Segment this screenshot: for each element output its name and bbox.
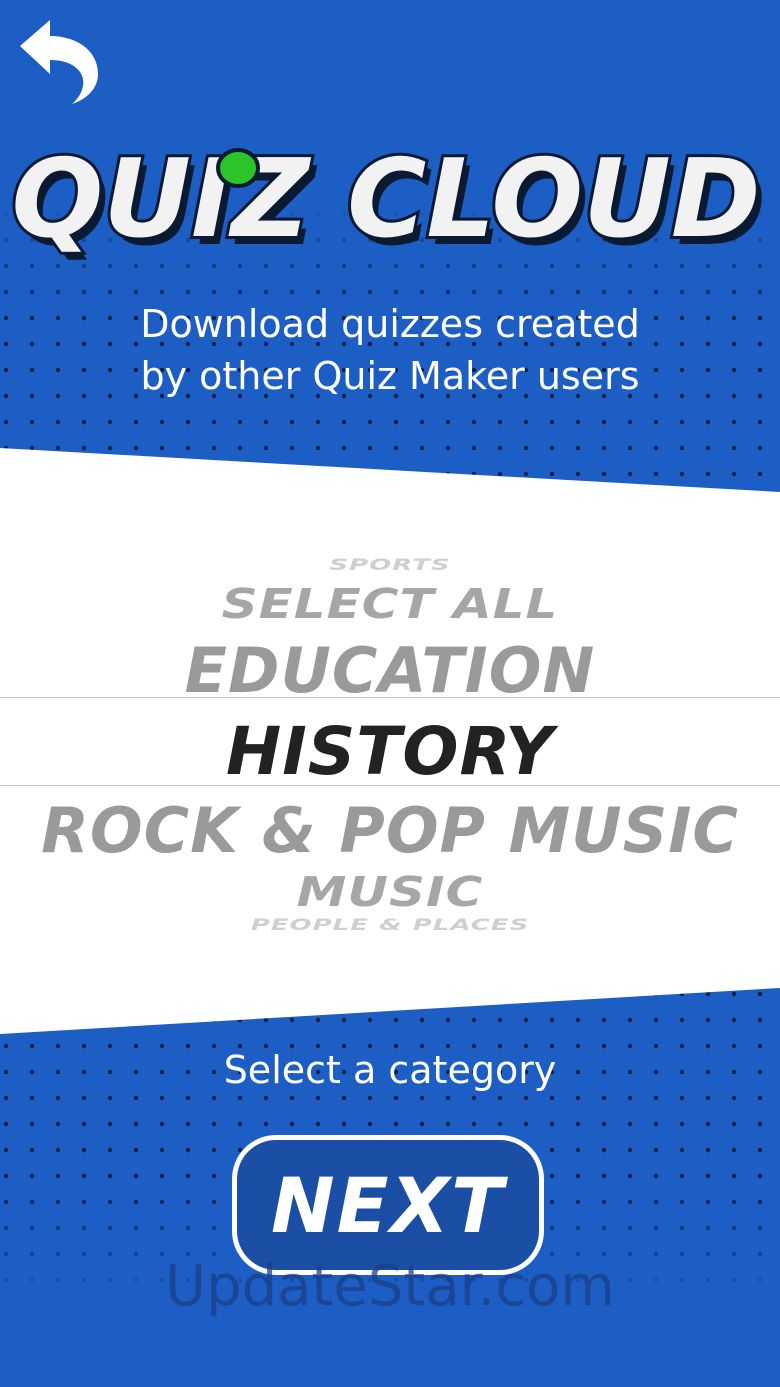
picker-selection-top-line bbox=[0, 697, 780, 698]
picker-item-history-selected[interactable]: HISTORY bbox=[0, 714, 780, 790]
picker-item-people-places[interactable]: PEOPLE & PLACES bbox=[0, 916, 780, 934]
back-button[interactable] bbox=[14, 16, 104, 106]
picker-item-rock-pop-music[interactable]: ROCK & POP MUSIC bbox=[0, 796, 780, 866]
picker-item-music[interactable]: MUSIC bbox=[0, 869, 780, 915]
green-question-icon bbox=[216, 148, 260, 188]
subtitle-line-1: Download quizzes created bbox=[140, 302, 640, 346]
curved-back-arrow-icon bbox=[20, 20, 98, 104]
picker-item-select-all[interactable]: SELECT ALL bbox=[0, 581, 780, 627]
select-category-label: Select a category bbox=[223, 1048, 557, 1092]
subtitle-line-2: by other Quiz Maker users bbox=[140, 354, 640, 398]
picker-item-sports[interactable]: SPORTS bbox=[0, 556, 780, 574]
subtitle: Download quizzes created by other Quiz M… bbox=[0, 298, 780, 402]
quiz-cloud-logo: QUIZ CLOUD QUIZ CLOUD bbox=[9, 134, 767, 268]
logo-text: QUIZ CLOUD bbox=[12, 137, 761, 262]
watermark: UpdateStar.com bbox=[165, 1254, 615, 1319]
picker-selection-bottom-line bbox=[0, 785, 780, 786]
picker-item-education[interactable]: EDUCATION bbox=[0, 636, 780, 706]
category-picker[interactable]: SPORTS SELECT ALL EDUCATION HISTORY ROCK… bbox=[0, 540, 780, 940]
